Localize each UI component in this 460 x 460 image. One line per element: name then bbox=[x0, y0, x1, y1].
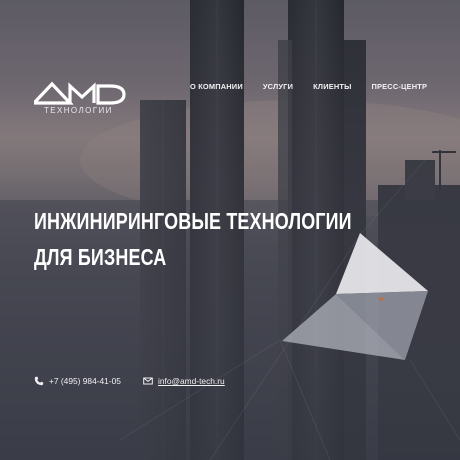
hero-background: ТЕХНОЛОГИИ О КОМПАНИИ УСЛУГИ КЛИЕНТЫ ПРЕ… bbox=[0, 0, 460, 460]
email-link[interactable]: info@amd-tech.ru bbox=[158, 376, 225, 386]
brand-tagline: ТЕХНОЛОГИИ bbox=[44, 106, 113, 115]
envelope-icon bbox=[143, 377, 153, 385]
brand-logo[interactable] bbox=[34, 78, 130, 126]
main-navigation: О КОМПАНИИ УСЛУГИ КЛИЕНТЫ ПРЕСС-ЦЕНТР bbox=[190, 82, 427, 91]
phone-icon bbox=[34, 376, 44, 386]
hero-headline: ИНЖИНИРИНГОВЫЕ ТЕХНОЛОГИИ ДЛЯ БИЗНЕСА bbox=[34, 203, 352, 275]
nav-item-services[interactable]: УСЛУГИ bbox=[263, 82, 293, 91]
nav-item-clients[interactable]: КЛИЕНТЫ bbox=[313, 82, 351, 91]
email-contact[interactable]: info@amd-tech.ru bbox=[143, 376, 225, 386]
nav-item-about[interactable]: О КОМПАНИИ bbox=[190, 82, 243, 91]
phone-contact[interactable]: +7 (495) 984-41-05 bbox=[34, 376, 121, 386]
hero-headline-line-1: ИНЖИНИРИНГОВЫЕ ТЕХНОЛОГИИ bbox=[34, 208, 352, 234]
phone-number: +7 (495) 984-41-05 bbox=[49, 376, 121, 386]
hero-headline-line-2: ДЛЯ БИЗНЕСА bbox=[34, 244, 167, 270]
nav-item-press-center[interactable]: ПРЕСС-ЦЕНТР bbox=[372, 82, 428, 91]
